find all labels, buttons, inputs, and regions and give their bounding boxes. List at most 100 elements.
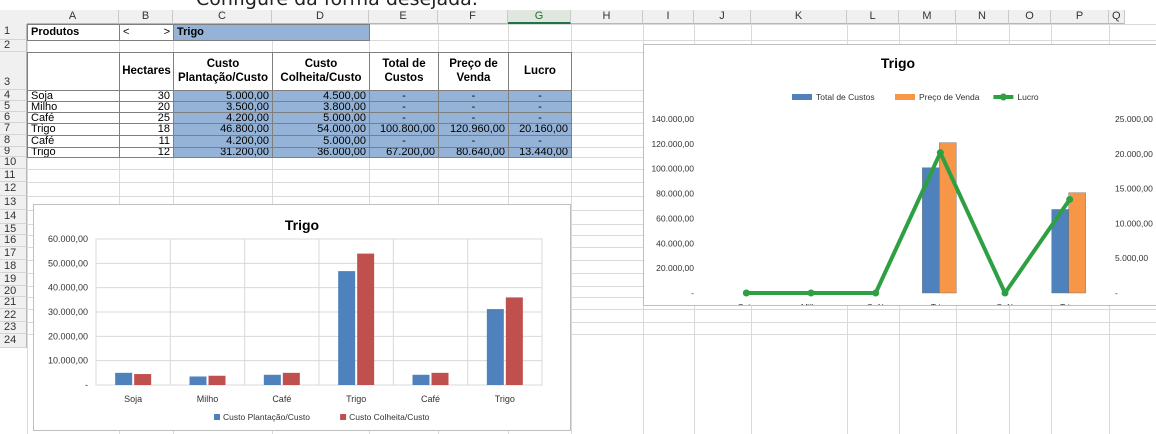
y-tick-label-right: 5.000,00 (1115, 253, 1148, 263)
row-header-9[interactable]: 9 (0, 147, 27, 157)
y-tick-label: - (85, 380, 88, 390)
spinner-left-arrow[interactable]: < (123, 26, 129, 39)
row-header-18[interactable]: 18 (0, 260, 27, 273)
column-header-f[interactable]: F (438, 10, 508, 24)
x-tick-label: Trigo (931, 302, 950, 305)
y-tick-label-right: - (1115, 288, 1118, 298)
y-tick-label: 60.000,00 (48, 234, 88, 244)
row-header-7[interactable]: 7 (0, 123, 27, 135)
line-point (1066, 195, 1074, 203)
bar-0 (115, 372, 133, 385)
y-tick-label-left: - (691, 288, 694, 298)
legend-swatch (895, 94, 915, 100)
row-header-12[interactable]: 12 (0, 182, 27, 196)
bar-1 (357, 253, 375, 385)
row-header-11[interactable]: 11 (0, 169, 27, 182)
legend-label: Lucro (1017, 92, 1039, 102)
value-cell[interactable]: 31.200,00 (173, 147, 273, 158)
bar-1 (505, 297, 523, 385)
bar-0 (338, 271, 356, 385)
column-header-c[interactable]: C (173, 10, 272, 24)
column-header-h[interactable]: H (571, 10, 643, 24)
row-header-20[interactable]: 20 (0, 286, 27, 297)
row-header-15[interactable]: 15 (0, 224, 27, 235)
x-tick-label: Soja (124, 394, 142, 404)
column-header-i[interactable]: I (643, 10, 694, 24)
x-tick-label: Trigo (495, 394, 515, 404)
x-tick-label: Café (272, 394, 291, 404)
column-header-q[interactable]: Q (1109, 10, 1125, 24)
column-header-e[interactable]: E (369, 10, 438, 24)
line-lucro (746, 150, 1072, 295)
produtos-label: Produtos (27, 24, 120, 41)
row-header-6[interactable]: 6 (0, 112, 27, 123)
value-cell[interactable]: 67.200,00 (369, 147, 439, 158)
bar-0 (189, 376, 207, 385)
value-cell[interactable]: 13.440,00 (508, 147, 572, 158)
selected-product-cell[interactable]: Trigo (173, 24, 370, 41)
column-header-j[interactable]: J (694, 10, 751, 24)
y-tick-label-left: 40.000,00 (656, 238, 694, 248)
header-custo-colheita: Custo Colheita/Custo (272, 52, 370, 91)
row-header-1[interactable]: 1 (0, 24, 27, 40)
x-tick-label: Milho (801, 302, 822, 305)
row-header-13[interactable]: 13 (0, 196, 27, 210)
row-header-22[interactable]: 22 (0, 309, 27, 322)
column-header-n[interactable]: N (956, 10, 1009, 24)
hectares-cell[interactable]: 12 (119, 147, 174, 158)
row-header-19[interactable]: 19 (0, 273, 27, 286)
chart-plot: - 20.000,00 40.000,00 60.000,00 80.000,00 100… (651, 92, 1153, 305)
x-tick-label: Trigo (1060, 302, 1079, 305)
y-tick-label: 40.000,00 (48, 283, 88, 293)
row-header-8[interactable]: 8 (0, 135, 27, 147)
row-header-24[interactable]: 24 (0, 334, 27, 348)
value-cell[interactable]: 80.640,00 (438, 147, 509, 158)
chart-plot: - 10.000,00 20.000,00 30.000,00 40.000,00 50.… (48, 234, 543, 422)
header-total-custos: Total de Custos (369, 52, 439, 91)
caption-strip: Configure da forma desejada. (0, 0, 1156, 10)
select-all-corner[interactable] (0, 10, 28, 25)
spinner-right-arrow[interactable]: > (164, 26, 170, 39)
bar-1 (1068, 192, 1086, 294)
product-spinner[interactable]: < > (119, 24, 174, 41)
header-custo-plantacao: Custo Plantação/Custo (173, 52, 273, 91)
row-header-17[interactable]: 17 (0, 247, 27, 260)
row-header-21[interactable]: 21 (0, 297, 27, 309)
column-header-o[interactable]: O (1009, 10, 1051, 24)
x-tick-label: Soja (738, 302, 755, 305)
y-tick-label-right: 25.000,00 (1115, 114, 1153, 124)
line-point (742, 289, 750, 297)
row-header-2[interactable]: 2 (0, 40, 27, 52)
row-header-4[interactable]: 4 (0, 90, 27, 101)
column-header-m[interactable]: M (899, 10, 956, 24)
chart-lucro[interactable]: Trigo - 20.000,00 40.000,00 60.000,00 80.000… (643, 44, 1156, 306)
row-header-23[interactable]: 23 (0, 322, 27, 334)
legend-label: Custo Plantação/Custo (223, 412, 310, 422)
y-tick-label-right: 15.000,00 (1115, 184, 1153, 194)
row-header-5[interactable]: 5 (0, 101, 27, 112)
legend-label: Total de Custos (816, 92, 875, 102)
row-header-3[interactable]: 3 (0, 52, 27, 90)
column-header-l[interactable]: L (847, 10, 899, 24)
header-hectares: Hectares (119, 52, 174, 91)
header-lucro: Lucro (508, 52, 572, 91)
line-point (872, 289, 880, 297)
row-header-16[interactable]: 16 (0, 235, 27, 247)
y-tick-label: 20.000,00 (48, 331, 88, 341)
column-header-p[interactable]: P (1051, 10, 1109, 24)
column-header-g[interactable]: G (508, 10, 571, 24)
column-header-k[interactable]: K (751, 10, 847, 24)
column-header-a[interactable]: A (27, 10, 119, 24)
row-header-10[interactable]: 10 (0, 157, 27, 169)
product-name-cell[interactable]: Trigo (27, 147, 120, 158)
column-header-d[interactable]: D (272, 10, 369, 24)
x-tick-label: Café (421, 394, 440, 404)
bar-0 (263, 374, 281, 385)
caption-text: Configure da forma desejada. (196, 0, 478, 10)
value-cell[interactable]: 36.000,00 (272, 147, 370, 158)
x-tick-label: Café (867, 302, 885, 305)
column-header-b[interactable]: B (119, 10, 173, 24)
row-header-14[interactable]: 14 (0, 210, 27, 224)
spreadsheet-grid[interactable]: ABCDEFGHIJKLMNOPQ 1 2 3 4 5 6 7 8 9 10 11 12 13 14 15 1… (0, 10, 1156, 434)
chart-custos[interactable]: Trigo - 10.000,00 20.000,00 30.000,00 40.000… (33, 204, 571, 431)
